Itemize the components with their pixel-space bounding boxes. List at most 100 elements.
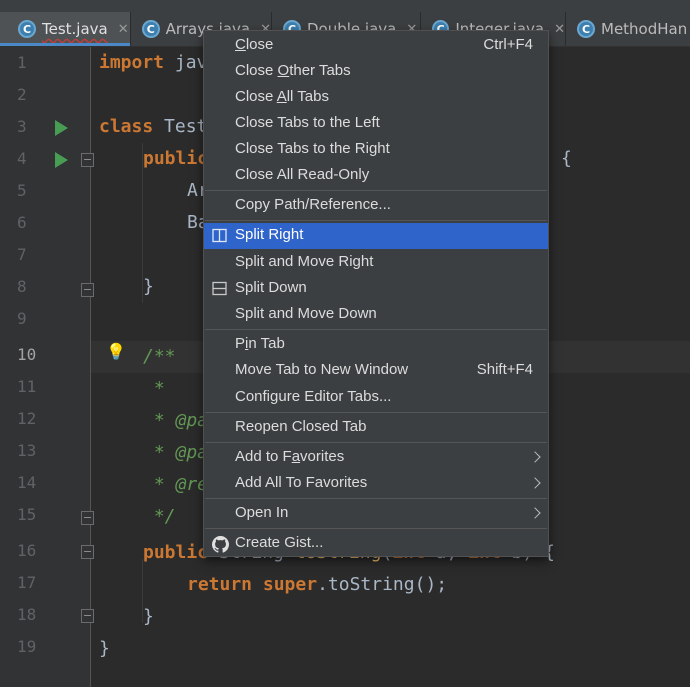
fold-icon[interactable]: [81, 511, 94, 525]
gutter-line-8[interactable]: 8: [5, 271, 90, 303]
line-number: 10: [17, 345, 37, 364]
gutter-line-14[interactable]: 14: [5, 467, 90, 499]
menu-item-label: Add All To Favorites: [235, 474, 368, 491]
gutter-line-17[interactable]: 17: [5, 567, 90, 599]
menu-item-configure-editor-tabs[interactable]: Configure Editor Tabs...: [204, 385, 548, 411]
line-number: 19: [17, 637, 37, 656]
code-line-14: * @re: [143, 474, 209, 495]
fold-icon[interactable]: [81, 545, 94, 559]
code-line-18: }: [143, 606, 154, 627]
line-number: 11: [17, 377, 37, 396]
menu-separator: [205, 412, 547, 413]
tab-context-menu: Close Ctrl+F4 Close Other Tabs Close All Ta…: [203, 30, 549, 557]
menu-item-shortcut: Ctrl+F4: [483, 36, 533, 53]
menu-item-label: Close Tabs to the Right: [235, 140, 390, 157]
menu-item-open-in[interactable]: Open In: [204, 501, 548, 527]
menu-item-split-and-move-down[interactable]: Split and Move Down: [204, 302, 548, 328]
code-line-1: import jav: [99, 52, 208, 73]
close-icon[interactable]: ✕: [554, 22, 565, 37]
menu-item-label: Reopen Closed Tab: [235, 418, 367, 435]
menu-item-reopen-closed-tab[interactable]: Reopen Closed Tab: [204, 415, 548, 441]
close-icon[interactable]: ✕: [118, 22, 129, 37]
gutter-line-16[interactable]: 16: [5, 535, 90, 567]
gutter-line-19[interactable]: 19: [5, 631, 90, 663]
menu-item-label: Configure Editor Tabs...: [235, 388, 392, 405]
menu-item-pin-tab[interactable]: Pin Tab: [204, 332, 548, 358]
menu-separator: [205, 329, 547, 330]
code-line-19: }: [99, 638, 110, 659]
menu-item-close[interactable]: Close Ctrl+F4: [204, 33, 548, 59]
menu-item-shortcut: Shift+F4: [476, 361, 533, 378]
split-horizontal-icon: [212, 281, 227, 296]
menu-item-label: Split and Move Down: [235, 305, 377, 322]
gutter-line-11[interactable]: 11: [5, 371, 90, 403]
menu-item-label: Close All Tabs: [235, 88, 329, 105]
menu-item-label: Pin Tab: [235, 335, 285, 352]
gutter-line-4[interactable]: 4: [5, 143, 90, 175]
code-line-4: public: [143, 148, 209, 169]
fold-icon[interactable]: [81, 283, 94, 297]
menu-item-split-down[interactable]: Split Down: [204, 276, 548, 302]
run-icon[interactable]: [55, 152, 68, 168]
line-number: 6: [17, 213, 27, 232]
chevron-right-icon: [529, 477, 541, 489]
menu-item-label: Split Right: [235, 226, 304, 243]
menu-item-split-and-move-right[interactable]: Split and Move Right: [204, 250, 548, 276]
gutter-line-10[interactable]: 10: [5, 339, 90, 371]
line-number: 9: [17, 309, 27, 328]
menu-item-label: Split Down: [235, 279, 307, 296]
menu-item-label: Create Gist...: [235, 534, 324, 551]
menu-item-close-all-tabs[interactable]: Close All Tabs: [204, 85, 548, 111]
menu-item-close-tabs-to-the-left[interactable]: Close Tabs to the Left: [204, 111, 548, 137]
menu-item-close-tabs-to-the-right[interactable]: Close Tabs to the Right: [204, 137, 548, 163]
gutter-line-5[interactable]: 5: [5, 175, 90, 207]
java-class-icon: C: [577, 20, 595, 38]
split-vertical-icon: [212, 228, 227, 243]
line-number: 13: [17, 441, 37, 460]
menu-item-close-all-read-only[interactable]: Close All Read-Only: [204, 163, 548, 189]
code-line-12: * @pa: [143, 410, 209, 431]
gutter-line-15[interactable]: 15: [5, 499, 90, 531]
gutter-line-12[interactable]: 12: [5, 403, 90, 435]
github-icon: [212, 536, 229, 553]
fold-icon[interactable]: [81, 153, 94, 167]
menu-item-add-all-to-favorites[interactable]: Add All To Favorites: [204, 471, 548, 497]
code-line-3: class Test: [99, 116, 208, 137]
line-number: 17: [17, 573, 37, 592]
code-line-17: return super.toString();: [187, 574, 448, 595]
gutter-line-1[interactable]: 1: [5, 47, 90, 79]
menu-item-add-to-favorites[interactable]: Add to Favorites: [204, 445, 548, 471]
line-number: 7: [17, 245, 27, 264]
gutter-line-3[interactable]: 3: [5, 111, 90, 143]
menu-item-copy-path-reference[interactable]: Copy Path/Reference...: [204, 193, 548, 219]
lightbulb-icon[interactable]: 💡: [106, 342, 126, 361]
tab-test-java[interactable]: C Test.java ✕: [0, 12, 131, 46]
line-number: 14: [17, 473, 37, 492]
tab-methodhandle[interactable]: C MethodHan: [567, 12, 690, 46]
gutter-line-7[interactable]: 7: [5, 239, 90, 271]
line-number: 15: [17, 505, 37, 524]
menu-item-move-tab-to-new-window[interactable]: Move Tab to New Window Shift+F4: [204, 358, 548, 384]
menu-item-split-right[interactable]: Split Right: [204, 223, 548, 249]
java-class-icon: C: [142, 20, 160, 38]
menu-item-create-gist[interactable]: Create Gist...: [204, 531, 548, 557]
gutter-line-9[interactable]: 9: [5, 303, 90, 335]
line-number: 1: [17, 53, 27, 72]
gutter-line-13[interactable]: 13: [5, 435, 90, 467]
gutter-line-2[interactable]: 2: [5, 79, 90, 111]
line-number: 2: [17, 85, 27, 104]
line-number: 8: [17, 277, 27, 296]
menu-item-label: Close Other Tabs: [235, 62, 351, 79]
run-icon[interactable]: [55, 120, 68, 136]
code-line-4-brace: {: [561, 148, 572, 169]
menu-separator: [205, 528, 547, 529]
code-line-13: * @pa: [143, 442, 209, 463]
java-class-icon: C: [18, 20, 36, 38]
code-line-15: */: [143, 506, 176, 527]
gutter-line-6[interactable]: 6: [5, 207, 90, 239]
gutter-line-18[interactable]: 18: [5, 599, 90, 631]
fold-icon[interactable]: [81, 609, 94, 623]
menu-item-close-other-tabs[interactable]: Close Other Tabs: [204, 59, 548, 85]
menu-item-label: Close: [235, 36, 274, 53]
line-number: 5: [17, 181, 27, 200]
